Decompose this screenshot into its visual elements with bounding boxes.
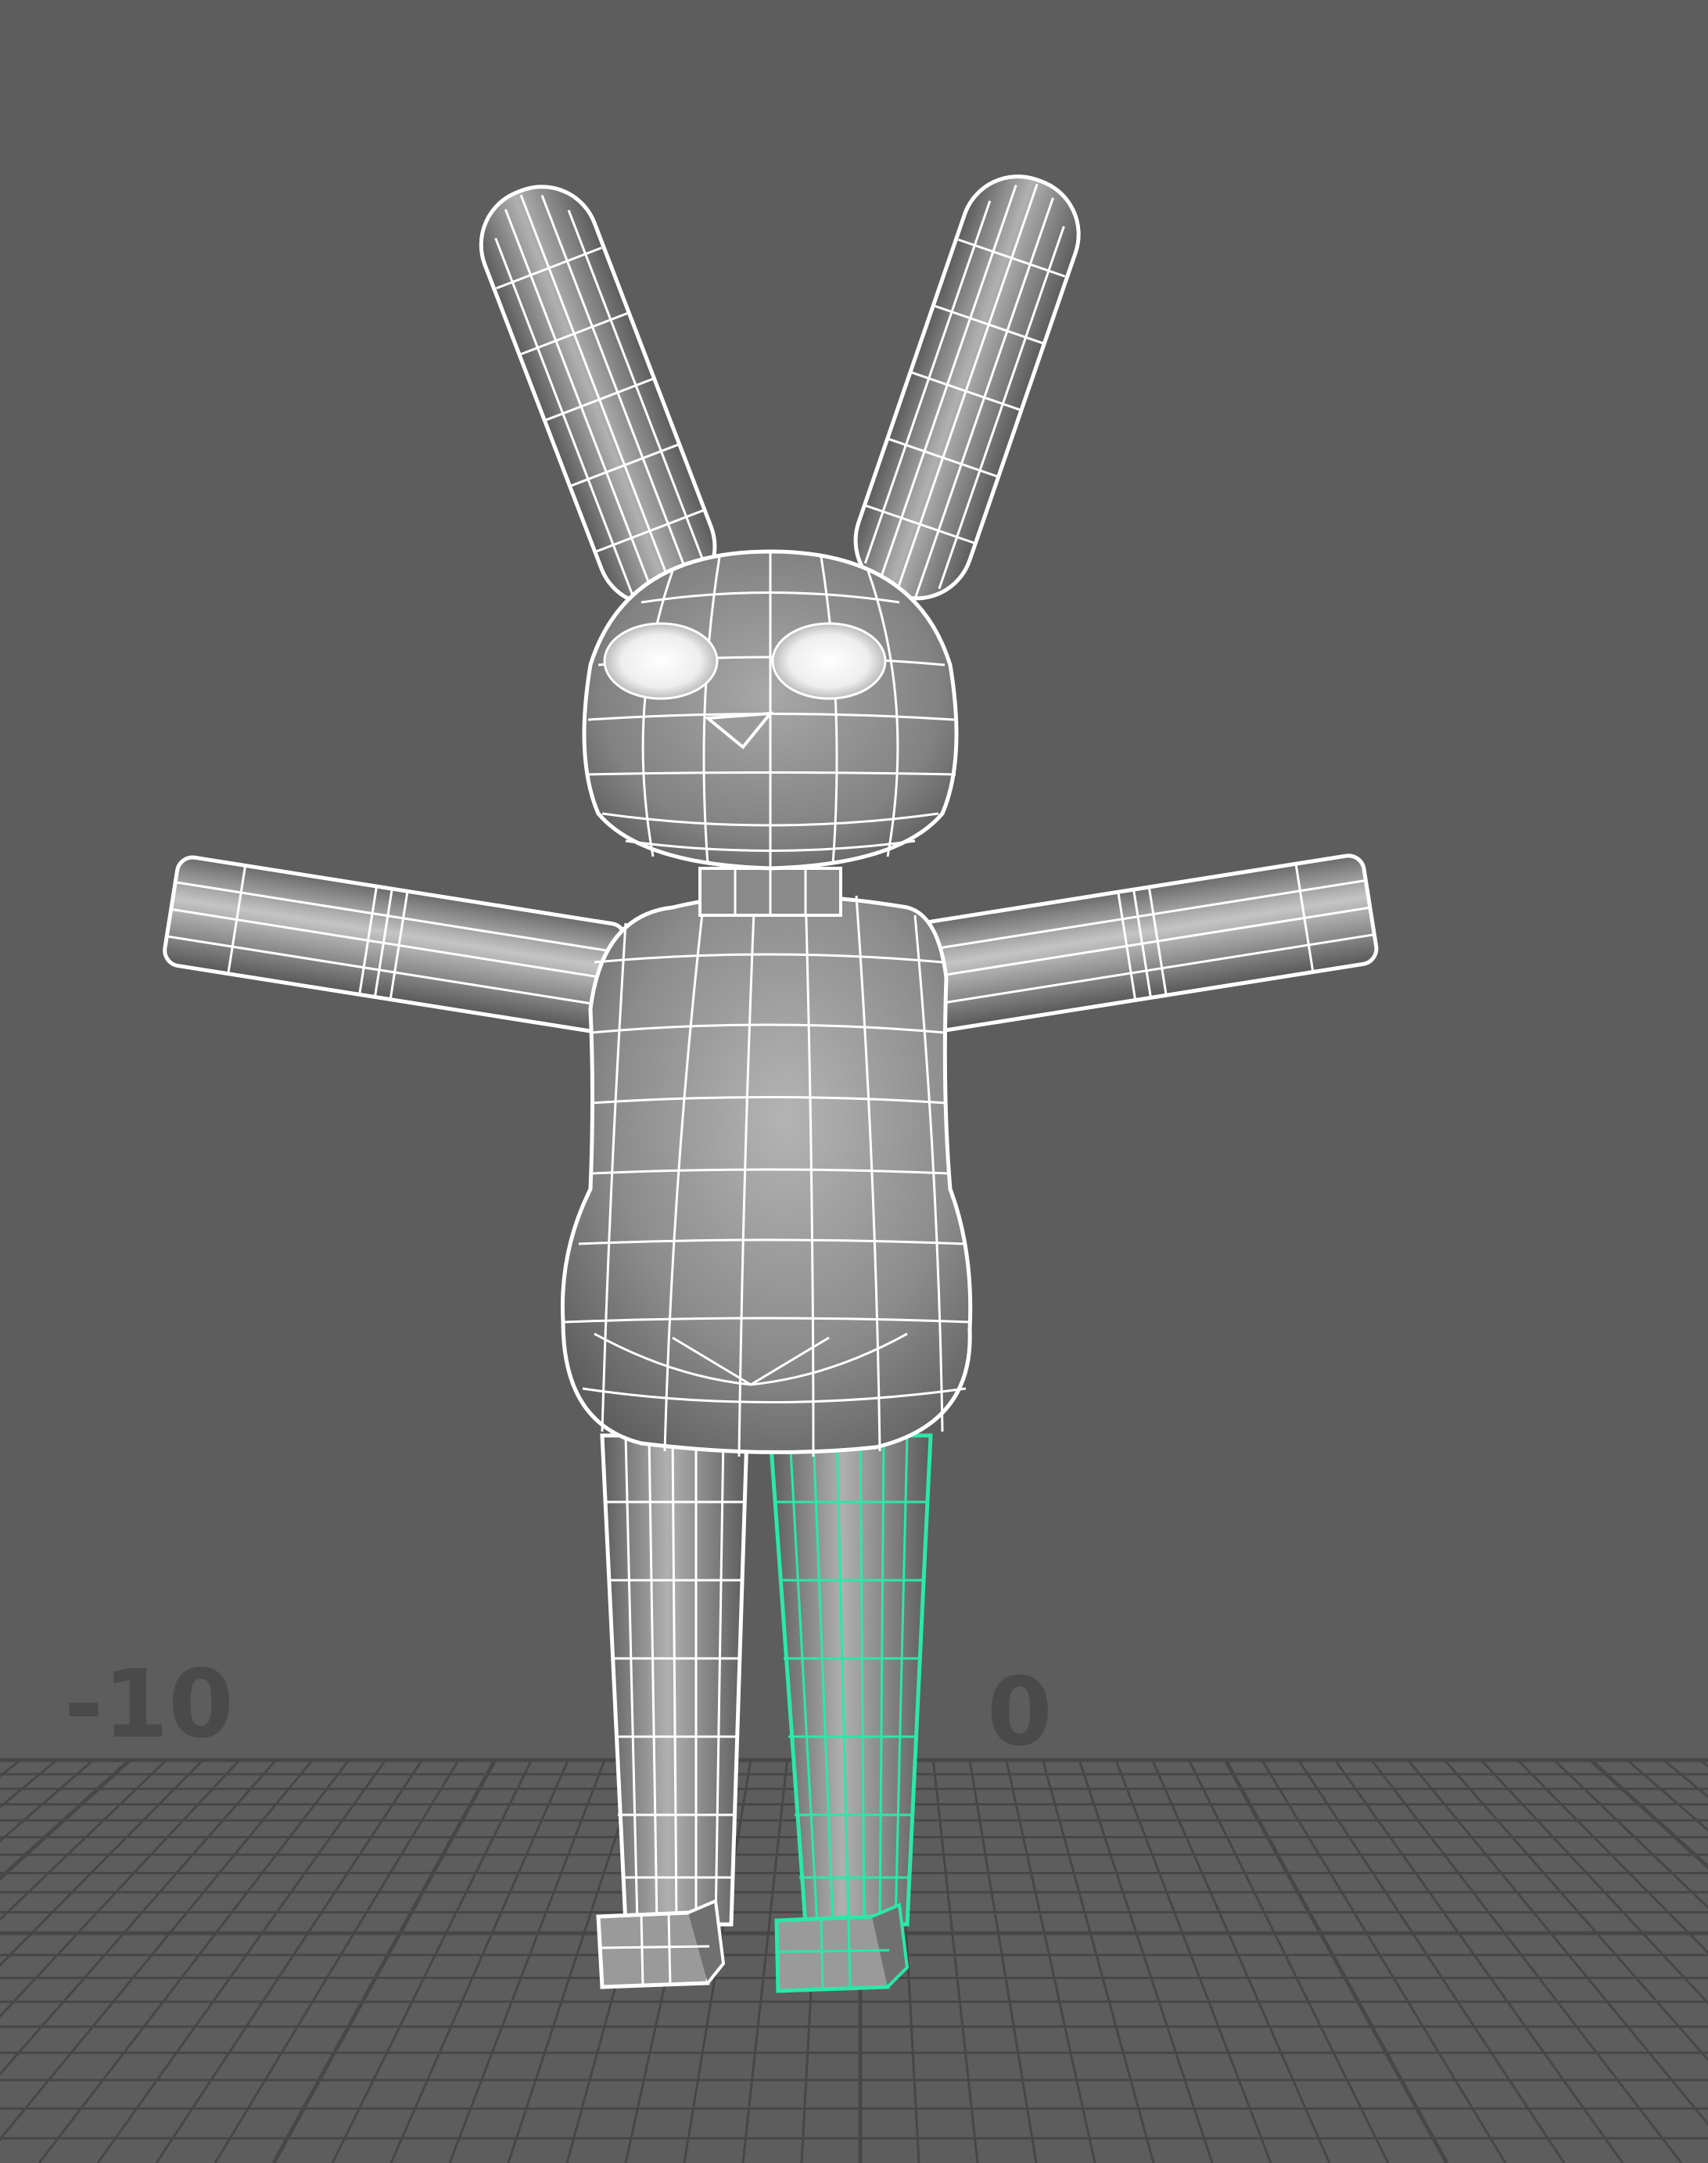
left-arm[interactable] (163, 855, 628, 1034)
left-leg[interactable] (600, 1433, 749, 1927)
right-ear[interactable] (841, 161, 1094, 613)
right-arm[interactable] (913, 853, 1379, 1033)
left-eye (603, 622, 719, 700)
bunny-model[interactable] (163, 161, 1379, 1993)
bunny-head[interactable] (582, 549, 959, 871)
right-leg-selected[interactable] (768, 1433, 933, 1927)
left-foot[interactable] (596, 1899, 726, 1989)
bunny-body[interactable] (560, 891, 973, 1457)
right-foot-selected[interactable] (774, 1903, 910, 1993)
bunny-neck (698, 867, 842, 917)
right-eye (771, 622, 887, 700)
left-ear[interactable] (465, 171, 731, 622)
grid-label-negative-ten: -10 (64, 1651, 234, 1759)
3d-viewport[interactable]: -10 0 (0, 0, 1708, 2163)
grid-label-zero: 0 (987, 1658, 1053, 1767)
viewport-scene[interactable] (0, 0, 1708, 2163)
